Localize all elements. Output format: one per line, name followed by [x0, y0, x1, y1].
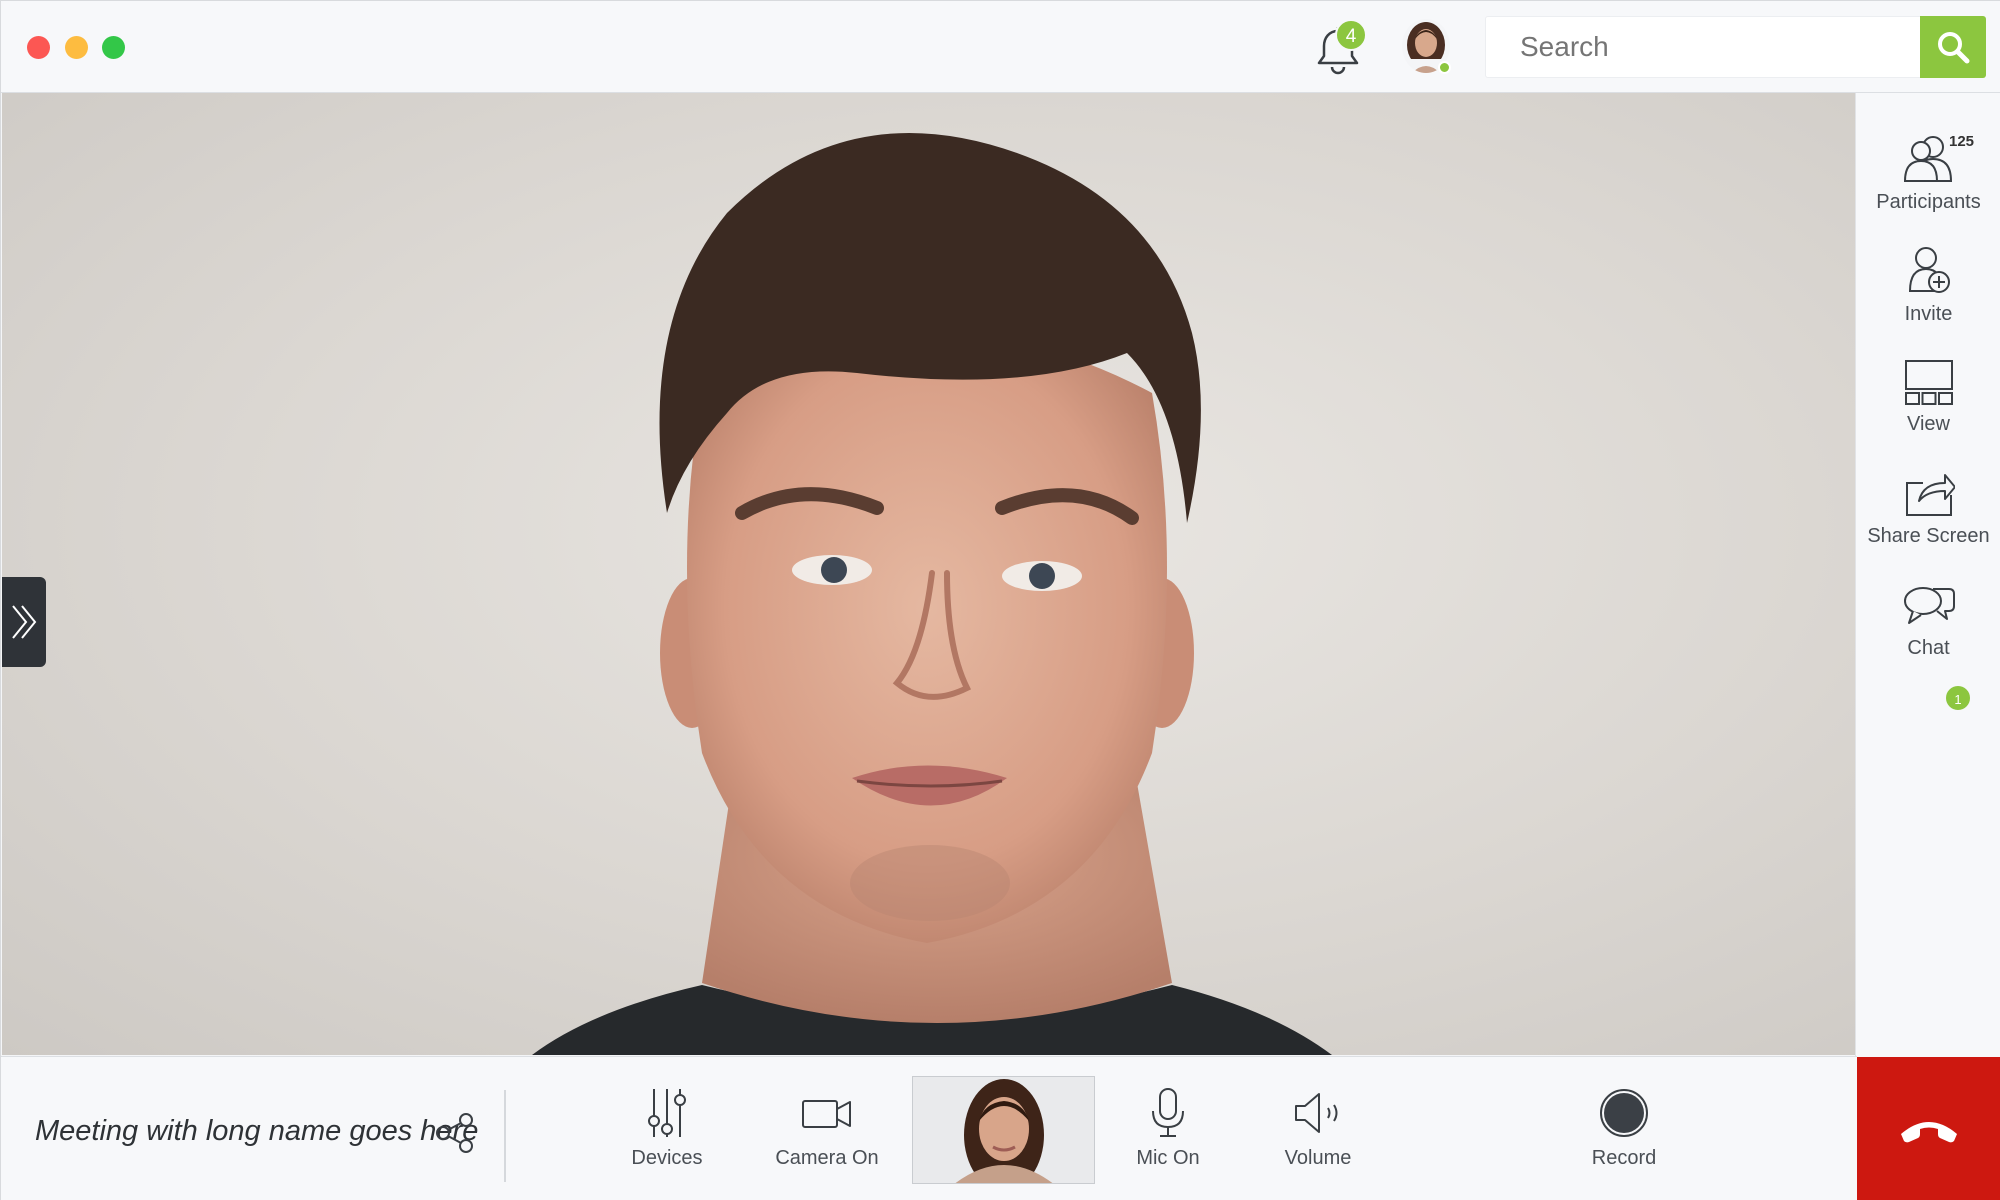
- volume-label: Volume: [1284, 1147, 1352, 1169]
- video-call-window: 4 Search Participants 125 Invite View Sh…: [0, 0, 2000, 1200]
- camera-toggle-button[interactable]: Camera On: [769, 1087, 885, 1187]
- bottom-divider: [504, 1090, 506, 1182]
- sidebar-item-chat[interactable]: Chat: [1856, 581, 2000, 681]
- camera-label: Camera On: [775, 1147, 879, 1169]
- top-bar: 4: [1, 1, 2000, 93]
- meeting-title: Meeting with long name goes here: [35, 1115, 479, 1147]
- close-window-button[interactable]: [27, 36, 50, 59]
- speaker-volume-icon: [1295, 1093, 1338, 1133]
- expand-panel-button[interactable]: [2, 577, 46, 667]
- invite-label: Invite: [1904, 303, 1953, 325]
- devices-button[interactable]: Devices: [617, 1087, 717, 1187]
- search-icon: [1938, 32, 1970, 64]
- participants-count: 125: [1949, 133, 1975, 150]
- self-view-thumbnail[interactable]: [912, 1076, 1095, 1184]
- end-call-button[interactable]: [1857, 1057, 2000, 1200]
- chat-unread-badge: 1: [1944, 684, 1972, 712]
- main-video-feed: [2, 93, 1855, 1055]
- share-screen-icon: [1905, 474, 1955, 516]
- bottom-control-bar: Meeting with long name goes here Devices: [1, 1056, 1857, 1200]
- record-label: Record: [1591, 1147, 1657, 1169]
- microphone-icon: [1152, 1088, 1184, 1137]
- double-chevron-right-icon: [12, 605, 37, 639]
- share-screen-label: Share Screen: [1867, 525, 1990, 547]
- minimize-window-button[interactable]: [65, 36, 88, 59]
- hang-up-phone-icon: [1901, 1122, 1957, 1143]
- sidebar-item-view[interactable]: View: [1856, 357, 2000, 457]
- record-icon: [1600, 1089, 1648, 1137]
- speaker-video-image: [532, 133, 1332, 1055]
- chat-bubbles-icon: [1903, 587, 1955, 624]
- participants-label: Participants: [1876, 191, 1981, 213]
- volume-button[interactable]: Volume: [1273, 1087, 1363, 1187]
- layout-view-icon: [1904, 360, 1953, 405]
- right-sidebar: Participants 125 Invite View Share Scree…: [1855, 93, 2000, 1057]
- online-status-dot: [1438, 61, 1451, 74]
- notification-count-badge: 4: [1335, 19, 1367, 51]
- maximize-window-button[interactable]: [102, 36, 125, 59]
- add-user-icon: [1908, 247, 1950, 293]
- search-input[interactable]: [1485, 16, 1921, 78]
- mic-label: Mic On: [1136, 1147, 1200, 1169]
- sidebar-item-share-screen[interactable]: Share Screen: [1856, 469, 2000, 569]
- search-button[interactable]: [1920, 16, 1986, 78]
- share-icon[interactable]: [434, 1112, 476, 1154]
- record-button[interactable]: Record: [1579, 1087, 1669, 1187]
- video-camera-icon: [802, 1100, 851, 1128]
- sidebar-item-participants[interactable]: Participants: [1856, 133, 2000, 233]
- self-view-image: [913, 1077, 1094, 1183]
- sidebar-item-invite[interactable]: Invite: [1856, 245, 2000, 345]
- sliders-icon: [648, 1089, 686, 1137]
- chat-label: Chat: [1907, 637, 1950, 659]
- mic-toggle-button[interactable]: Mic On: [1123, 1087, 1213, 1187]
- view-label: View: [1907, 413, 1950, 435]
- devices-label: Devices: [631, 1147, 703, 1169]
